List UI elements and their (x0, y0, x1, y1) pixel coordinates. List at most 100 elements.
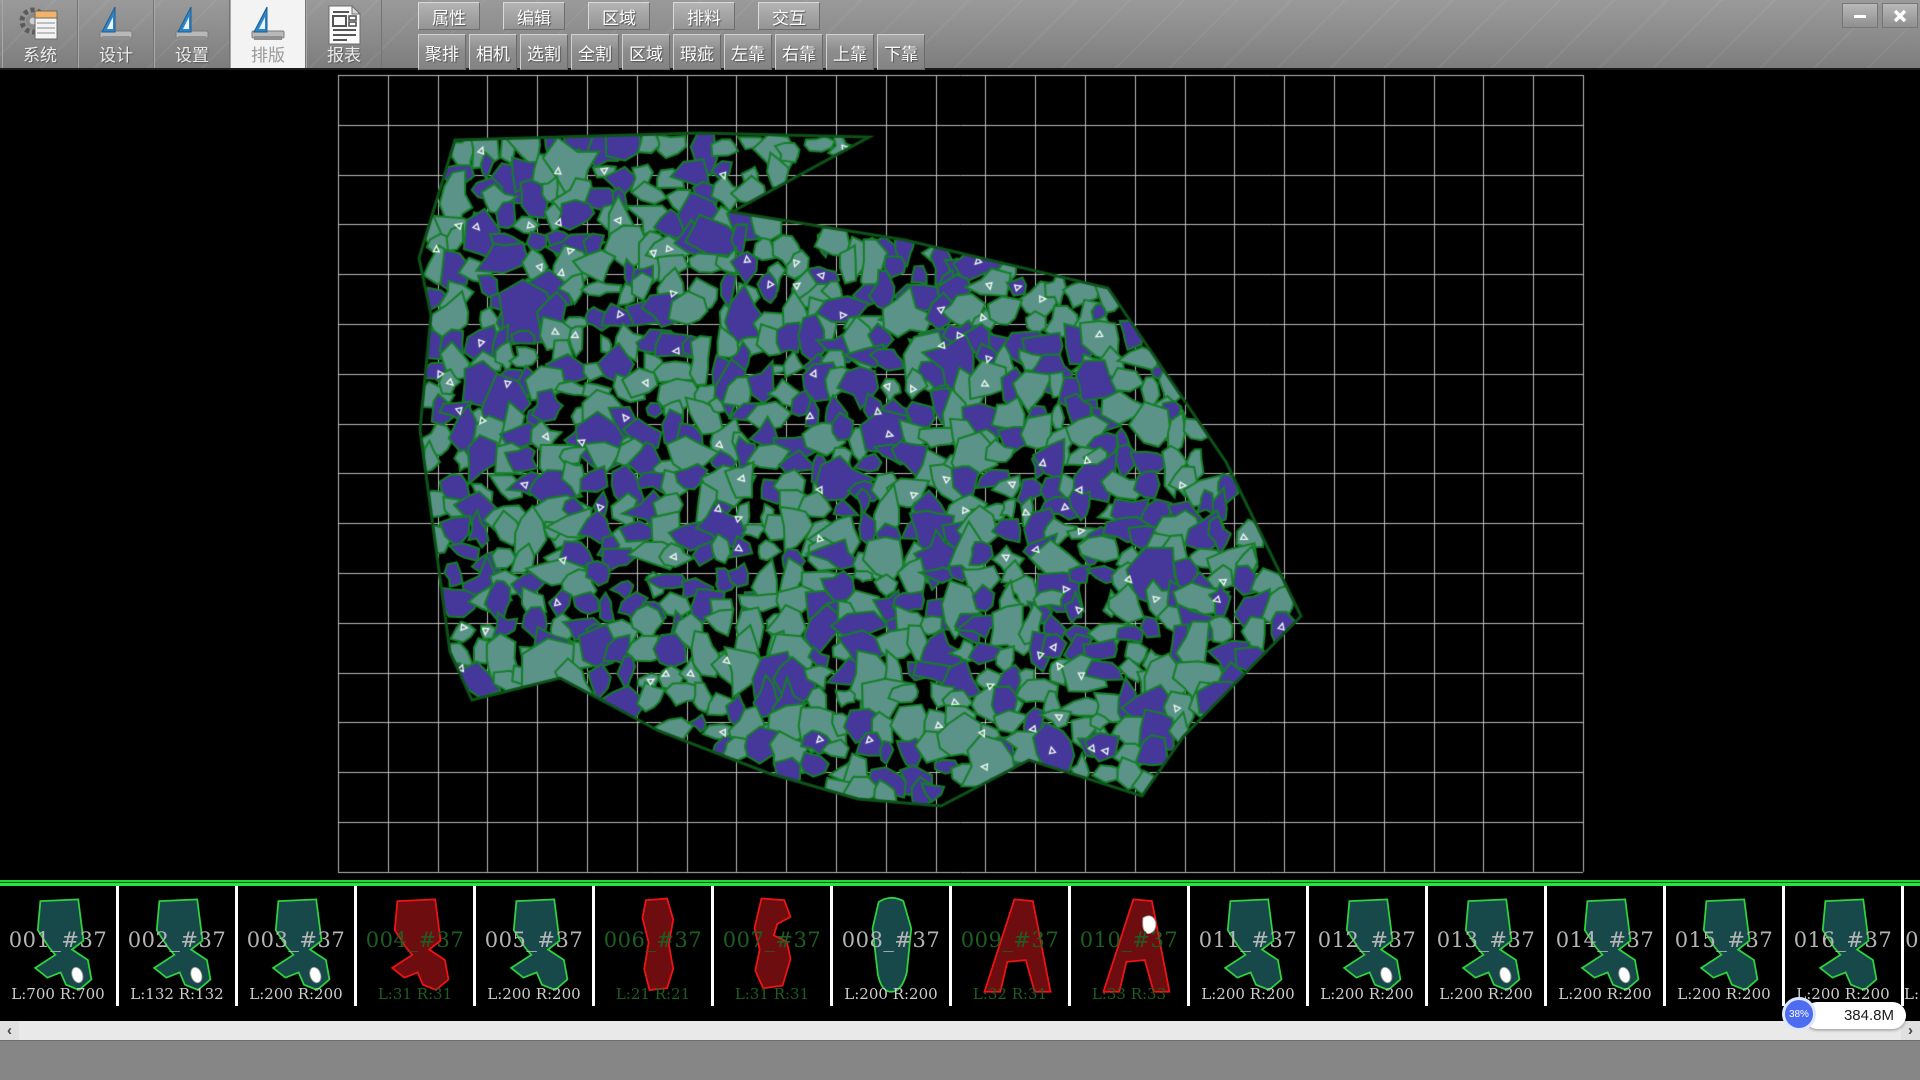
title-bar[interactable]: 系统设计设置排版报表 属性编辑区域排料交互 聚排相机选割全割区域瑕疵左靠右靠上靠… (0, 0, 1920, 70)
mode-button-5[interactable]: 报表 (306, 0, 382, 68)
tool-button-row2-7[interactable]: 左靠 (724, 34, 772, 70)
part-thumbnail-2[interactable]: 002_#37 L:132 R:132 (119, 886, 238, 1006)
tool-button-row2-1[interactable]: 聚排 (418, 34, 466, 70)
part-thumbnail-14[interactable]: 014_#37 L:200 R:200 (1547, 886, 1666, 1006)
set-square-icon (246, 5, 290, 45)
menu-button-row1-4[interactable]: 排料 (673, 2, 735, 30)
part-lr-count: L:132 R:132 (119, 985, 235, 1003)
part-id-label: 009_#37 (952, 928, 1068, 952)
part-thumbnail-16[interactable]: 016_#37L:200 R:200 (1785, 886, 1904, 1006)
menu-button-row1-5[interactable]: 交互 (758, 2, 820, 30)
window-controls (1842, 3, 1918, 28)
status-bar (0, 1040, 1920, 1080)
mode-button-3[interactable]: 设置 (154, 0, 230, 68)
part-thumbnail-13[interactable]: 013_#37 L:200 R:200 (1428, 886, 1547, 1006)
part-thumbnail-3[interactable]: 003_#37 L:200 R:200 (238, 886, 357, 1006)
part-lr-count: L:31 R:31 (714, 985, 830, 1003)
main-mode-buttons: 系统 设计 设置 排版报表 (2, 0, 382, 68)
menu-row-2: 聚排相机选割全割区域瑕疵左靠右靠上靠下靠 (418, 34, 925, 70)
nesting-app-window: 系统设计设置排版报表 属性编辑区域排料交互 聚排相机选割全割区域瑕疵左靠右靠上靠… (0, 0, 1920, 1080)
part-lr-count: L:32 R:31 (952, 985, 1068, 1003)
horizontal-scrollbar[interactable]: ‹ › (0, 1021, 1920, 1040)
part-thumbnail-4[interactable]: 004_#37 L:31 R:31 (357, 886, 476, 1006)
menu-button-row1-2[interactable]: 编辑 (503, 2, 565, 30)
tool-button-row2-8[interactable]: 右靠 (775, 34, 823, 70)
tool-button-row2-10[interactable]: 下靠 (877, 34, 925, 70)
part-id-label: 012_#37 (1309, 928, 1425, 952)
part-lr-count: L:200 R:200 (476, 985, 592, 1003)
part-lr-count: L:31 R:31 (357, 985, 473, 1003)
part-thumbnail-11[interactable]: 011_#37 L:200 R:200 (1190, 886, 1309, 1006)
part-lr-count: L:200 R:200 (833, 985, 949, 1003)
part-lr-count: L:200 R:200 (238, 985, 354, 1003)
mode-button-4[interactable]: 排版 (230, 0, 306, 68)
mode-button-2[interactable]: 设计 (78, 0, 154, 68)
part-id-label: 011_#37 (1190, 928, 1306, 952)
mode-button-label: 系统 (23, 46, 57, 65)
part-id-label: 004_#37 (357, 928, 473, 952)
part-thumbnail-15[interactable]: 015_#37 L:200 R:200 (1666, 886, 1785, 1006)
tool-button-row2-3[interactable]: 选割 (520, 34, 568, 70)
mode-button-label: 设置 (175, 46, 209, 65)
tool-button-row2-5[interactable]: 区域 (622, 34, 670, 70)
tool-button-row2-6[interactable]: 瑕疵 (673, 34, 721, 70)
set-square-icon (170, 5, 214, 45)
tool-button-row2-2[interactable]: 相机 (469, 34, 517, 70)
nesting-workspace[interactable] (0, 70, 1920, 880)
part-lr-count: L:700 R:700 (0, 985, 116, 1003)
part-thumbnail-5[interactable]: 005_#37 L:200 R:200 (476, 886, 595, 1006)
part-lr-count: L:21 R:21 (595, 985, 711, 1003)
memory-percent-circle: 38% (1782, 997, 1816, 1031)
part-id-label: 016_#37 (1785, 928, 1901, 952)
part-thumbnail-17[interactable]: 0 L:2 (1904, 886, 1920, 1006)
tool-button-row2-9[interactable]: 上靠 (826, 34, 874, 70)
part-id-label: 007_#37 (714, 928, 830, 952)
part-lr-count: L:200 R:200 (1666, 985, 1782, 1003)
part-id-label: 006_#37 (595, 928, 711, 952)
part-id-label: 015_#37 (1666, 928, 1782, 952)
mode-button-label: 报表 (327, 46, 361, 65)
menu-row-1: 属性编辑区域排料交互 (418, 2, 925, 30)
close-icon (1892, 8, 1908, 24)
part-thumbnail-1[interactable]: 001_#37 L:700 R:700 (0, 886, 119, 1006)
part-id-label: 001_#37 (0, 928, 116, 952)
part-id-label: 003_#37 (238, 928, 354, 952)
strip-bottom-gap (0, 1006, 1920, 1021)
part-id-label: 0 (1904, 928, 1920, 952)
part-lr-count: L:2 (1904, 985, 1920, 1003)
minimize-button[interactable] (1842, 3, 1878, 28)
part-thumbnail-9[interactable]: 009_#37 L:32 R:31 (952, 886, 1071, 1006)
menu-button-row1-3[interactable]: 区域 (588, 2, 650, 30)
gear-list-icon (18, 5, 62, 45)
memory-badge[interactable]: 384.8M 38% (1804, 1000, 1906, 1030)
part-id-label: 010_#37 (1071, 928, 1187, 952)
report-doc-icon (323, 4, 365, 46)
part-id-label: 002_#37 (119, 928, 235, 952)
part-lr-count: L:200 R:200 (1309, 985, 1425, 1003)
menu-button-row1-1[interactable]: 属性 (418, 2, 480, 30)
parts-thumbnail-strip: 001_#37L:700 R:700002_#37L:132 R:132003_… (0, 886, 1920, 1006)
part-lr-count: L:200 R:200 (1547, 985, 1663, 1003)
nesting-canvas[interactable] (0, 70, 1920, 880)
minimize-icon (1852, 8, 1868, 24)
part-lr-count: L:200 R:200 (1190, 985, 1306, 1003)
part-thumbnail-12[interactable]: 012_#37 L:200 R:200 (1309, 886, 1428, 1006)
part-id-label: 014_#37 (1547, 928, 1663, 952)
mode-button-1[interactable]: 系统 (2, 0, 78, 68)
set-square-icon (94, 5, 138, 45)
part-id-label: 013_#37 (1428, 928, 1544, 952)
part-lr-count: L:200 R:200 (1428, 985, 1544, 1003)
close-button[interactable] (1882, 3, 1918, 28)
part-id-label: 005_#37 (476, 928, 592, 952)
part-thumbnail-8[interactable]: 008_#37 L:200 R:200 (833, 886, 952, 1006)
tool-button-row2-4[interactable]: 全割 (571, 34, 619, 70)
scroll-left-arrow[interactable]: ‹ (0, 1021, 19, 1040)
memory-pill: 384.8M (1804, 1002, 1906, 1029)
part-thumbnail-10[interactable]: 010_#37 L:33 R:33 (1071, 886, 1190, 1006)
mode-button-label: 设计 (99, 46, 133, 65)
part-thumbnail-7[interactable]: 007_#37 L:31 R:31 (714, 886, 833, 1006)
ribbon-menus: 属性编辑区域排料交互 聚排相机选割全割区域瑕疵左靠右靠上靠下靠 (418, 0, 925, 70)
part-lr-count: L:33 R:33 (1071, 985, 1187, 1003)
part-id-label: 008_#37 (833, 928, 949, 952)
part-thumbnail-6[interactable]: 006_#37 L:21 R:21 (595, 886, 714, 1006)
